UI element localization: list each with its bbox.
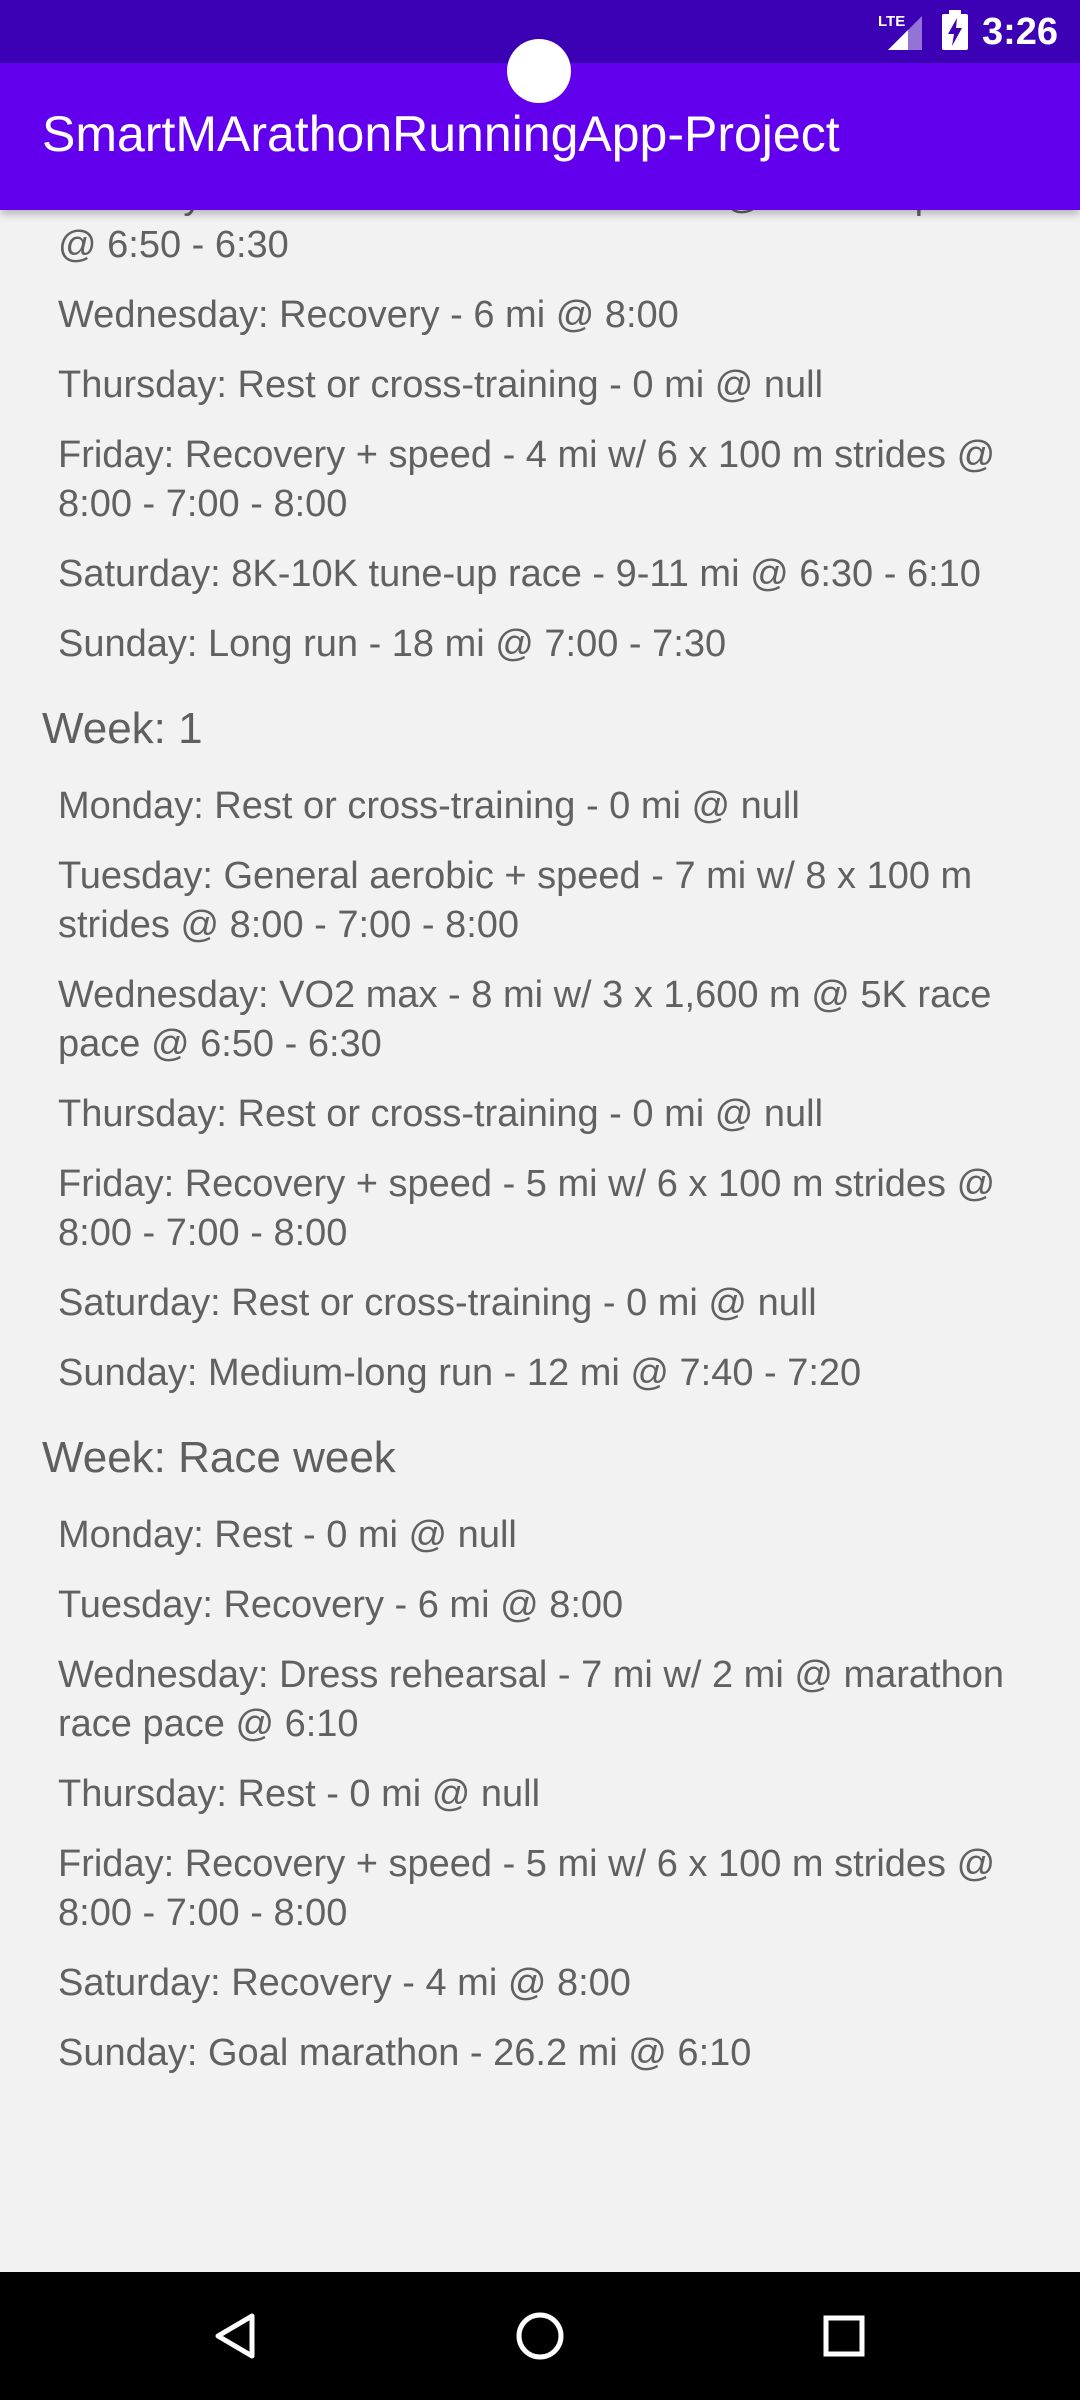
- plan-list-scroll: Tuesday: VO2 max - 8 mi w/ 5 x 600 m @ 5…: [0, 210, 1080, 2089]
- navigation-bar: [0, 2272, 1080, 2400]
- day-item: Wednesday: Recovery - 6 mi @ 8:00: [58, 294, 679, 336]
- day-item: Tuesday: General aerobic + speed - 7 mi …: [58, 855, 973, 946]
- recents-icon: [823, 2315, 865, 2357]
- day-item: Friday: Recovery + speed - 5 mi w/ 6 x 1…: [58, 1163, 996, 1254]
- lte-signal-icon: LTE: [878, 10, 928, 54]
- camera-cutout: [507, 39, 571, 103]
- day-item: Saturday: 8K-10K tune-up race - 9-11 mi …: [58, 553, 981, 595]
- week-title: Week: Race week: [42, 1433, 396, 1482]
- day-item: Saturday: Rest or cross-training - 0 mi …: [58, 1282, 817, 1324]
- day-item: Sunday: Long run - 18 mi @ 7:00 - 7:30: [58, 623, 727, 665]
- day-item: Thursday: Rest - 0 mi @ null: [58, 1773, 541, 1815]
- day-item: Thursday: Rest or cross-training - 0 mi …: [58, 364, 824, 406]
- day-item: Wednesday: VO2 max - 8 mi w/ 3 x 1,600 m…: [58, 974, 992, 1065]
- day-item: Monday: Rest - 0 mi @ null: [58, 1514, 517, 1556]
- day-item: Sunday: Goal marathon - 26.2 mi @ 6:10: [58, 2032, 752, 2074]
- day-item: Tuesday: Recovery - 6 mi @ 8:00: [58, 1584, 624, 1626]
- home-button[interactable]: [504, 2300, 576, 2372]
- status-icons: LTE 3:26: [878, 6, 1058, 58]
- home-icon: [516, 2312, 564, 2360]
- day-item: Tuesday: VO2 max - 8 mi w/ 5 x 600 m @ 5…: [58, 210, 997, 266]
- svg-text:LTE: LTE: [878, 13, 905, 30]
- day-item: Wednesday: Dress rehearsal - 7 mi w/ 2 m…: [58, 1654, 1004, 1745]
- recents-button[interactable]: [808, 2300, 880, 2372]
- day-item: Monday: Rest or cross-training - 0 mi @ …: [58, 785, 800, 827]
- battery-charging-icon: [941, 9, 968, 55]
- day-item: Thursday: Rest or cross-training - 0 mi …: [58, 1093, 824, 1135]
- app-title: SmartMArathonRunningApp-Project: [42, 106, 840, 162]
- status-time: 3:26: [981, 11, 1058, 53]
- partial-week-section: Tuesday: VO2 max - 8 mi w/ 5 x 600 m @ 5…: [0, 210, 1080, 680]
- day-item: Friday: Recovery + speed - 4 mi w/ 6 x 1…: [58, 434, 996, 525]
- week-section: Week: 1 Monday: Rest or cross-training -…: [0, 680, 1080, 1409]
- back-icon: [215, 2313, 255, 2359]
- back-button[interactable]: [200, 2300, 272, 2372]
- day-item: Friday: Recovery + speed - 5 mi w/ 6 x 1…: [58, 1843, 996, 1934]
- week-title: Week: 1: [42, 704, 203, 753]
- day-item: Sunday: Medium-long run - 12 mi @ 7:40 -…: [58, 1352, 862, 1394]
- week-section: Week: Race week Monday: Rest - 0 mi @ nu…: [0, 1409, 1080, 2089]
- day-item: Saturday: Recovery - 4 mi @ 8:00: [58, 1962, 631, 2004]
- plan-list[interactable]: Tuesday: VO2 max - 8 mi w/ 5 x 600 m @ 5…: [0, 210, 1080, 2272]
